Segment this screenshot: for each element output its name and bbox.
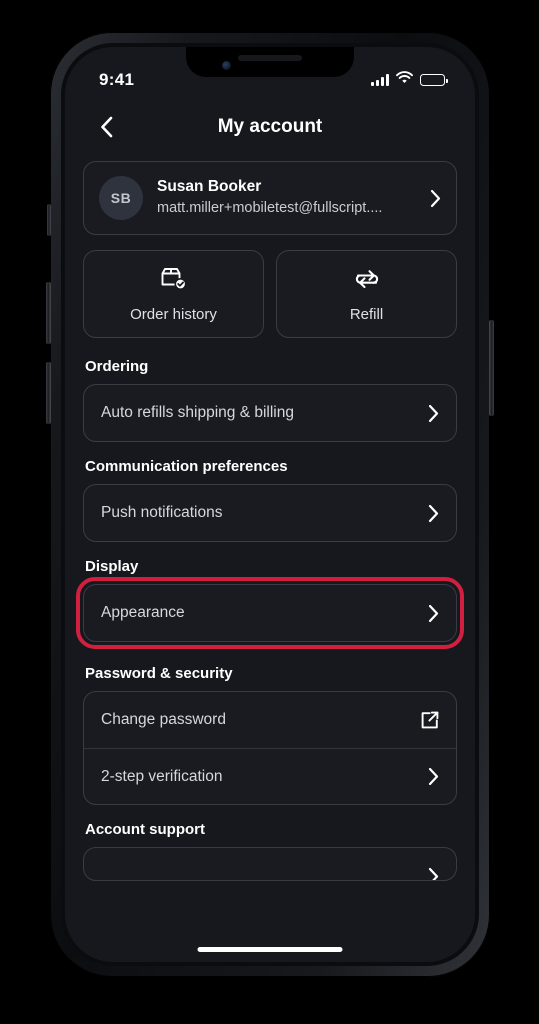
home-indicator[interactable] (197, 947, 343, 952)
chevron-right-icon (428, 504, 439, 522)
profile-email: matt.miller+mobiletest@fullscript.... (157, 200, 383, 217)
repeat-arrows-icon (353, 266, 381, 297)
phone-bezel: 9:41 My account SB Susan Booker matt.mil… (61, 43, 479, 966)
section-password-security: Password & security Change password 2-st… (83, 665, 457, 805)
power-button[interactable] (489, 320, 494, 416)
status-time: 9:41 (99, 70, 135, 89)
section-title: Password & security (85, 665, 233, 682)
row-account-support-item[interactable] (84, 848, 456, 880)
navigation-bar: My account (65, 99, 475, 155)
row-2-step-verification[interactable]: 2-step verification (84, 748, 456, 804)
chevron-right-icon (430, 189, 441, 207)
chevron-left-icon (100, 116, 112, 138)
refill-label: Refill (349, 305, 384, 323)
earpiece-speaker-icon (238, 55, 302, 61)
back-button[interactable] (89, 110, 123, 144)
row-auto-refills-shipping-billing[interactable]: Auto refills shipping & billing (84, 385, 456, 441)
section-communication-preferences: Communication preferences Push notificat… (83, 458, 457, 542)
row-label: Change password (101, 711, 226, 728)
order-history-label: Order history (130, 305, 217, 323)
row-label: Appearance (101, 604, 185, 621)
section-display: Display Appearance (76, 558, 464, 649)
quick-actions: Order history Refill (83, 250, 457, 338)
section-title: Communication preferences (85, 458, 288, 475)
cellular-bars-icon (371, 74, 389, 86)
silence-switch[interactable] (47, 204, 51, 236)
refill-button[interactable]: Refill (276, 250, 457, 338)
section-card: Auto refills shipping & billing (83, 384, 457, 442)
volume-down-button[interactable] (46, 362, 51, 424)
row-change-password[interactable]: Change password (84, 692, 456, 748)
appearance-highlight-ring: Appearance (76, 577, 464, 649)
order-history-button[interactable]: Order history (83, 250, 264, 338)
row-label: Auto refills shipping & billing (101, 404, 294, 421)
section-card: Push notifications (83, 484, 457, 542)
row-label: 2-step verification (101, 767, 223, 785)
row-label: Push notifications (101, 504, 223, 521)
profile-card[interactable]: SB Susan Booker matt.miller+mobiletest@f… (83, 161, 457, 235)
row-push-notifications[interactable]: Push notifications (84, 485, 456, 541)
chevron-right-icon (428, 767, 439, 786)
profile-name: Susan Booker (157, 178, 262, 196)
chevron-right-icon (428, 604, 439, 622)
external-link-icon (421, 711, 439, 728)
section-card: Change password 2-step verification (83, 691, 457, 805)
phone-screen: 9:41 My account SB Susan Booker matt.mil… (65, 47, 475, 962)
section-account-support: Account support (83, 821, 457, 881)
account-settings-list: SB Susan Booker matt.miller+mobiletest@f… (65, 155, 475, 962)
section-title: Ordering (85, 358, 149, 375)
chevron-right-icon (428, 867, 439, 880)
section-card: Appearance (83, 584, 457, 642)
package-check-icon (160, 266, 188, 297)
front-camera-icon (222, 61, 231, 70)
chevron-right-icon (428, 404, 439, 422)
wifi-icon (396, 71, 413, 89)
row-appearance[interactable]: Appearance (84, 585, 456, 641)
volume-up-button[interactable] (46, 282, 51, 344)
battery-full-icon (420, 74, 448, 86)
status-icons (371, 71, 448, 89)
phone-frame: 9:41 My account SB Susan Booker matt.mil… (46, 32, 494, 977)
section-ordering: Ordering Auto refills shipping & billing (83, 358, 457, 442)
notch (186, 47, 354, 77)
profile-text: Susan Booker matt.miller+mobiletest@full… (157, 177, 430, 218)
section-card (83, 847, 457, 881)
page-title: My account (217, 116, 323, 137)
section-title: Account support (85, 821, 205, 838)
section-title: Display (85, 558, 139, 575)
avatar: SB (99, 176, 143, 220)
